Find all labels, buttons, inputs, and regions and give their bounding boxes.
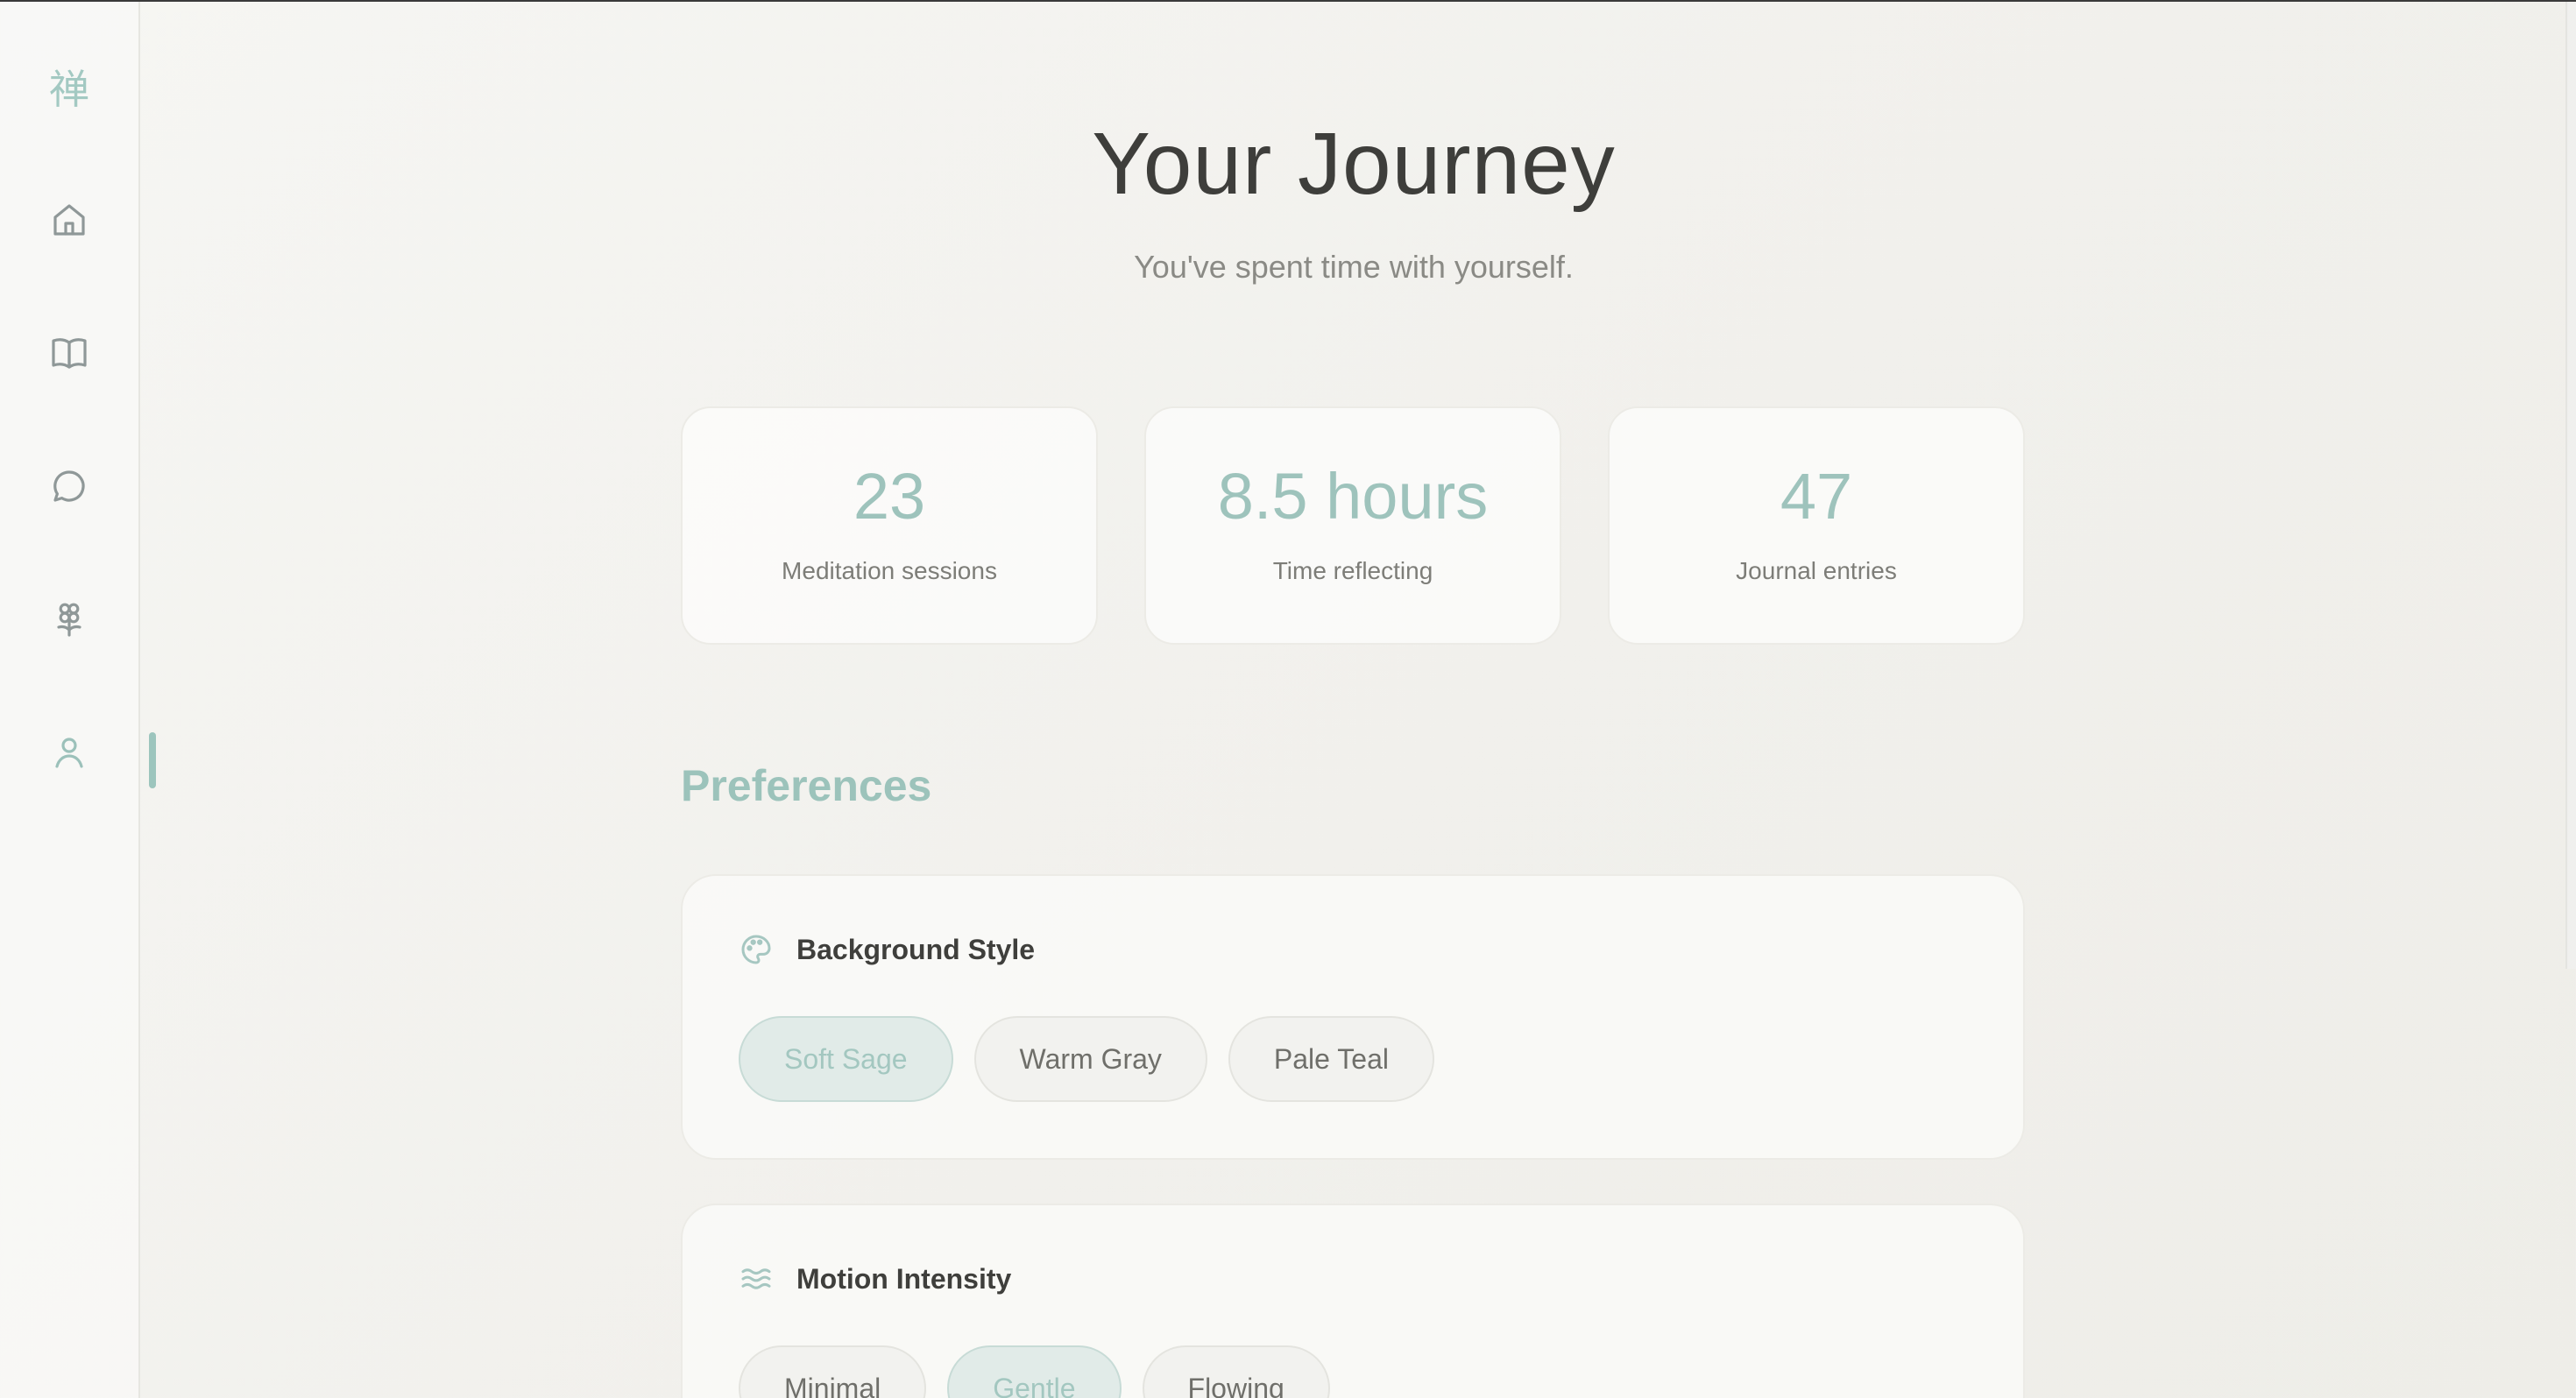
- motion-intensity-options: Minimal Gentle Flowing: [739, 1345, 1330, 1398]
- palette-icon: [741, 935, 771, 964]
- stat-label: Journal entries: [1736, 557, 1897, 584]
- motion-intensity-card: Motion Intensity Minimal Gentle Flowing: [681, 1204, 2025, 1398]
- stat-card-journal: 47 Journal entries: [1608, 406, 2025, 645]
- zen-logo: 禅: [49, 66, 89, 113]
- option-soft-sage[interactable]: Soft Sage: [739, 1016, 953, 1102]
- page-title: Your Journey: [1092, 115, 1616, 213]
- waves-icon: [741, 1268, 771, 1289]
- pref-header: Background Style: [739, 932, 1035, 967]
- background-style-card: Background Style Soft Sage Warm Gray Pal…: [681, 874, 2025, 1160]
- nav-meditate[interactable]: [44, 594, 95, 645]
- main-content: Your Journey You've spent time with your…: [140, 2, 2576, 1398]
- stat-value: 8.5 hours: [1217, 460, 1489, 533]
- option-pale-teal[interactable]: Pale Teal: [1228, 1016, 1434, 1102]
- stat-value: 47: [1780, 460, 1853, 533]
- stat-label: Meditation sessions: [782, 557, 997, 584]
- page-subtitle: You've spent time with yourself.: [1134, 249, 1574, 285]
- sidebar: 禅: [0, 2, 156, 1398]
- flower-icon: [57, 603, 81, 637]
- home-icon: [53, 204, 85, 236]
- book-icon: [52, 338, 87, 369]
- pref-header: Motion Intensity: [739, 1261, 1011, 1296]
- option-warm-gray[interactable]: Warm Gray: [973, 1016, 1207, 1102]
- option-minimal[interactable]: Minimal: [739, 1345, 927, 1398]
- background-style-options: Soft Sage Warm Gray Pale Teal: [739, 1016, 1434, 1102]
- stat-label: Time reflecting: [1272, 557, 1433, 584]
- stat-card-time: 8.5 hours Time reflecting: [1144, 406, 1561, 645]
- nav-profile[interactable]: [44, 727, 95, 778]
- stat-value: 23: [853, 460, 926, 533]
- stat-card-sessions: 23 Meditation sessions: [681, 406, 1098, 645]
- nav-journal[interactable]: [44, 328, 95, 378]
- option-gentle[interactable]: Gentle: [947, 1345, 1122, 1398]
- nav-chat[interactable]: [44, 461, 95, 512]
- pref-title: Motion Intensity: [796, 1262, 1012, 1295]
- preferences-title: Preferences: [681, 761, 932, 810]
- user-icon: [55, 738, 83, 768]
- option-flowing[interactable]: Flowing: [1142, 1345, 1330, 1398]
- nav-home[interactable]: [44, 194, 95, 245]
- chat-bubble-icon: [53, 470, 85, 502]
- scrollbar[interactable]: [2565, 2, 2576, 969]
- pref-title: Background Style: [796, 933, 1036, 965]
